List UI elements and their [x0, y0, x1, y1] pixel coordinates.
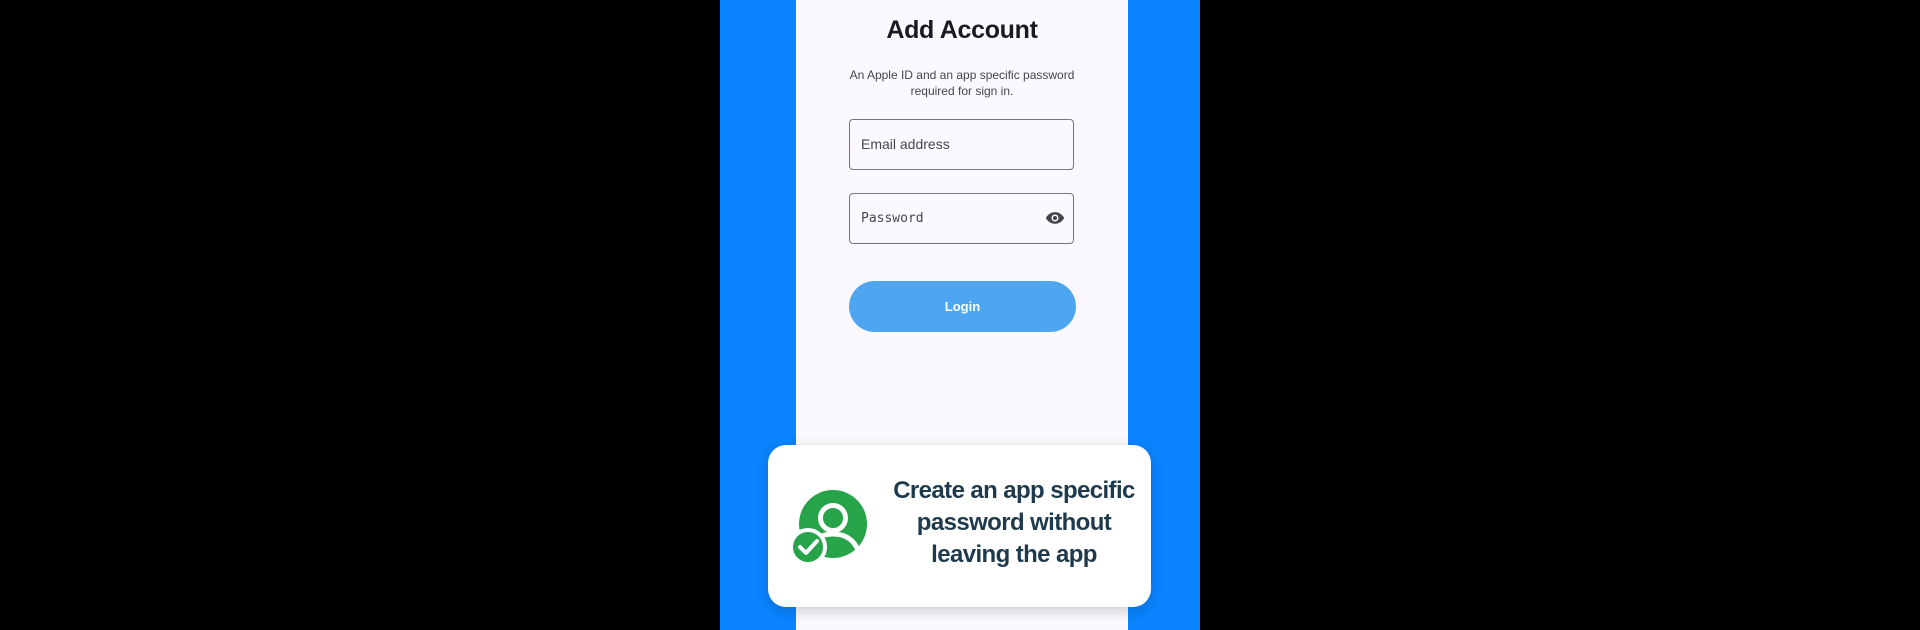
email-field[interactable]: Email address — [849, 119, 1074, 170]
feature-card: Create an app specific password without … — [768, 445, 1151, 607]
login-button[interactable]: Login — [849, 281, 1076, 332]
page-subtitle: An Apple ID and an app specific password… — [849, 68, 1075, 98]
screenshot-stage: Add Account An Apple ID and an app speci… — [0, 0, 1920, 630]
user-check-icon — [791, 490, 867, 566]
page-title: Add Account — [886, 16, 1038, 44]
password-placeholder: Password — [861, 211, 924, 226]
email-placeholder: Email address — [861, 136, 950, 152]
eye-icon[interactable] — [1045, 208, 1065, 228]
feature-text: Create an app specific password without … — [893, 477, 1135, 568]
password-field[interactable]: Password — [849, 193, 1074, 244]
